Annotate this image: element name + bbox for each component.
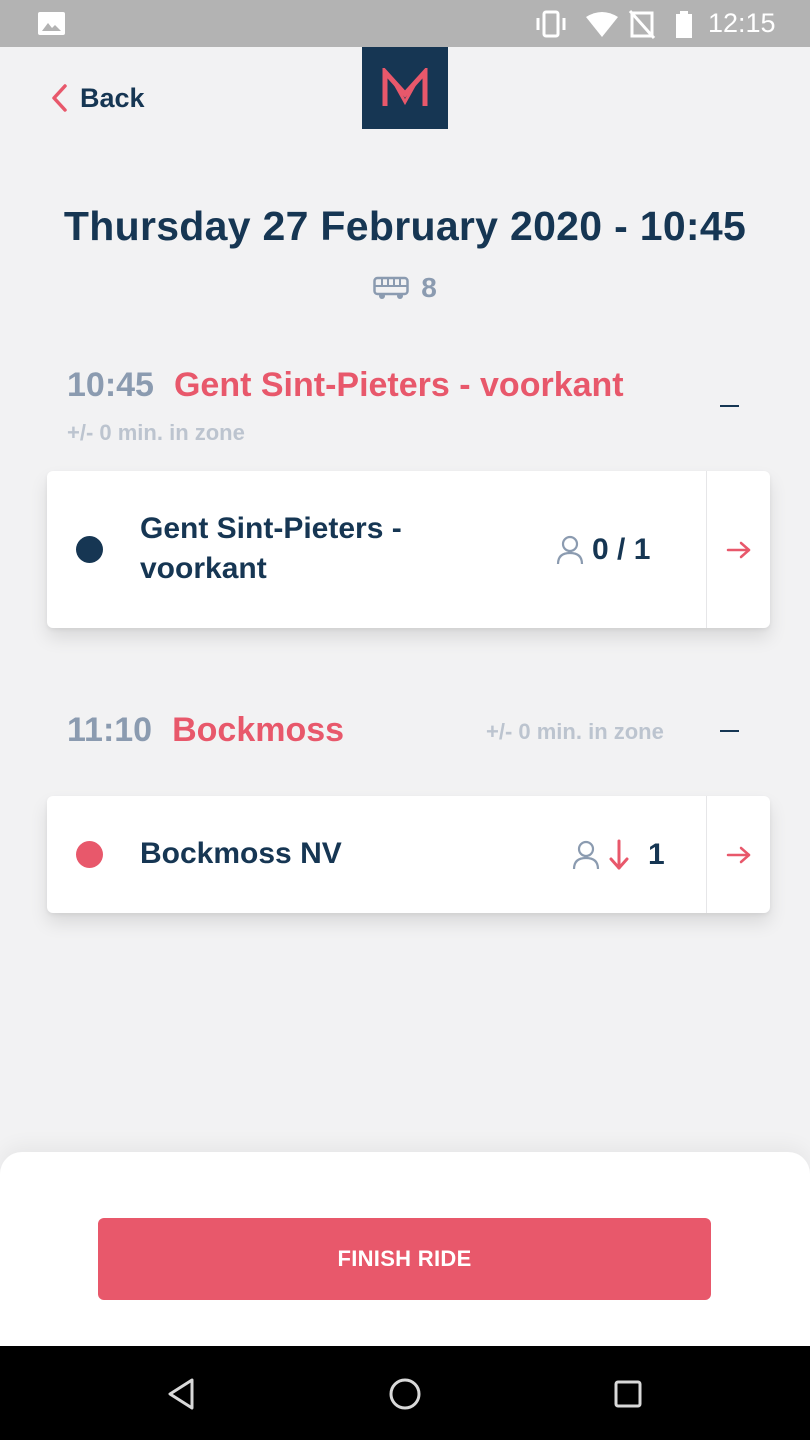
arrow-right-icon: [726, 846, 750, 863]
zone-text: +/- 0 min. in zone: [67, 420, 245, 445]
collapse-toggle[interactable]: [720, 405, 739, 407]
image-notification-icon: [38, 12, 65, 35]
stop-card-name: Bockmoss NV: [140, 837, 342, 870]
clock: 12:15: [708, 8, 776, 38]
passenger-count-value: 1: [648, 838, 665, 871]
stop-time: 11:10: [67, 711, 153, 749]
stop-card-name-line1: Gent Sint-Pieters -: [140, 512, 402, 545]
vehicle-count: 8: [421, 272, 437, 303]
back-button[interactable]: Back: [50, 80, 145, 116]
system-status-icons: [536, 10, 692, 39]
open-stop-button[interactable]: [707, 471, 770, 628]
stop-header: 11:10 Bockmoss: [67, 711, 344, 750]
stop-card[interactable]: Gent Sint-Pieters - voorkant 0 / 1: [47, 471, 770, 628]
collapse-toggle[interactable]: [720, 730, 739, 732]
chevron-left-icon: [52, 84, 67, 112]
triangle-back-icon: [168, 1378, 194, 1410]
finish-ride-button[interactable]: FINISH RIDE: [98, 1218, 711, 1300]
no-signal-icon: [628, 10, 656, 39]
arrow-right-icon: [726, 541, 750, 558]
status-bar: 12:15: [0, 0, 810, 47]
vibrate-icon: [536, 10, 566, 38]
zone-text: +/- 0 min. in zone: [486, 719, 664, 744]
stop-dot-icon: [76, 536, 103, 563]
passenger-count: 1: [572, 838, 665, 872]
m-logo-icon: [382, 68, 428, 106]
passenger-count-value: 0 / 1: [592, 533, 651, 566]
ride-title: Thursday 27 February 2020 - 10:45: [63, 203, 747, 249]
stop-dot-icon: [76, 841, 103, 868]
nav-recents-button[interactable]: [608, 1374, 648, 1414]
back-label: Back: [80, 82, 145, 113]
person-icon: [556, 535, 584, 565]
person-icon: [572, 840, 600, 870]
battery-icon: [676, 11, 692, 38]
stop-card-name-line2: voorkant: [140, 552, 267, 585]
passenger-count: 0 / 1: [556, 533, 650, 567]
nav-back-button[interactable]: [161, 1374, 201, 1414]
open-stop-button[interactable]: [707, 796, 770, 913]
bus-icon: [373, 276, 409, 299]
bottom-sheet: FINISH RIDE: [0, 1152, 810, 1346]
stop-header: 10:45 Gent Sint-Pieters - voorkant: [67, 366, 624, 405]
stop-name: Gent Sint-Pieters - voorkant: [173, 366, 624, 404]
nav-home-button[interactable]: [385, 1374, 425, 1414]
circle-home-icon: [389, 1378, 421, 1410]
square-recents-icon: [614, 1380, 642, 1408]
system-navigation-bar: [0, 1346, 810, 1440]
wifi-icon: [586, 12, 618, 37]
app-logo: [362, 47, 448, 129]
stop-card-name: Gent Sint-Pieters - voorkant: [140, 509, 402, 589]
stop-name: Bockmoss: [172, 711, 345, 749]
vehicle-info: 8: [0, 272, 810, 304]
stop-card[interactable]: Bockmoss NV 1: [47, 796, 770, 913]
arrow-down-icon: [609, 839, 629, 870]
stop-time: 10:45: [67, 366, 154, 404]
